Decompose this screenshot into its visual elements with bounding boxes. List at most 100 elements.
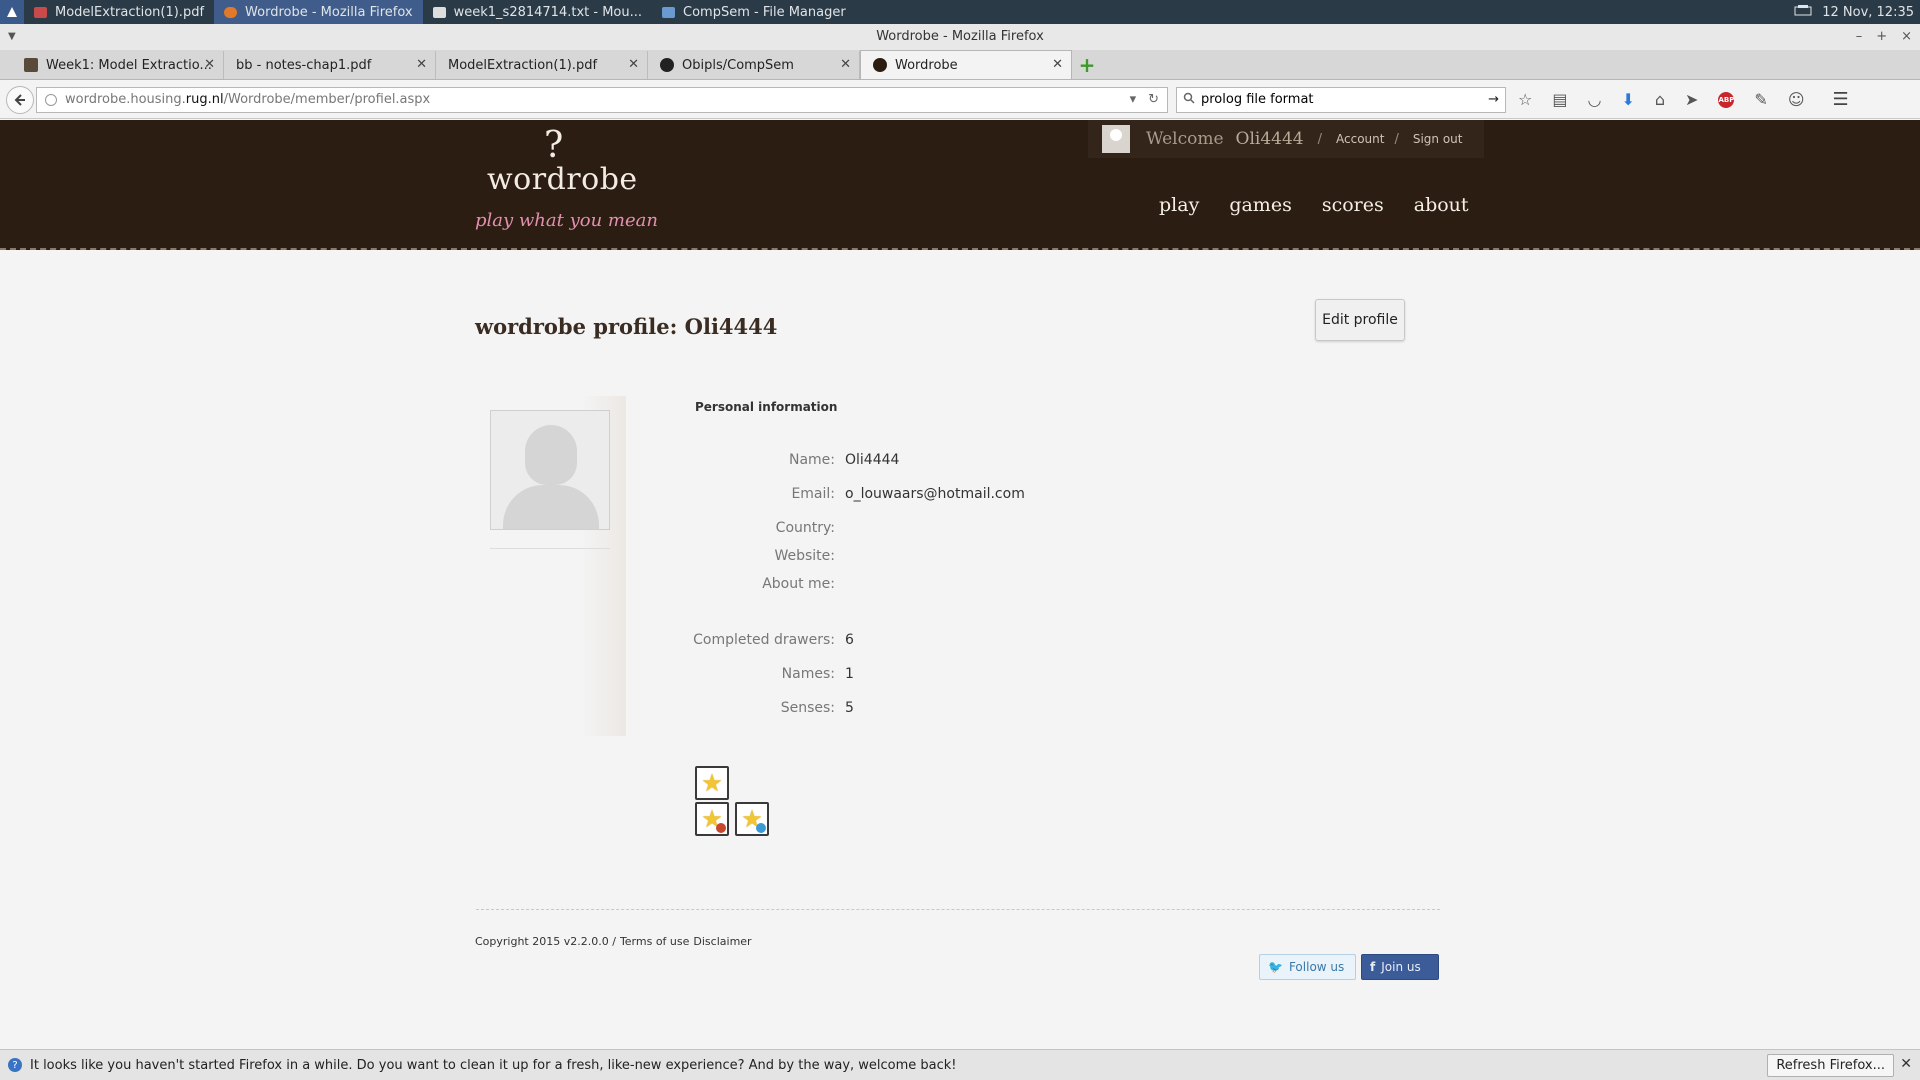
bookmark-star-icon[interactable]: ☆: [1518, 90, 1532, 109]
username-link[interactable]: Oli4444: [1236, 129, 1304, 149]
edit-profile-button[interactable]: Edit profile: [1315, 299, 1405, 341]
reload-icon[interactable]: ↻: [1148, 92, 1159, 107]
search-bar[interactable]: →: [1176, 86, 1506, 113]
info-value: 5: [845, 700, 854, 716]
follow-label: Follow us: [1288, 960, 1345, 974]
adblock-icon[interactable]: ABP: [1718, 91, 1735, 108]
network-icon[interactable]: [1794, 4, 1812, 20]
nav-games[interactable]: games: [1229, 194, 1292, 216]
window-titlebar: ▼ Wordrobe - Mozilla Firefox – + ×: [0, 24, 1920, 50]
nav-play[interactable]: play: [1159, 194, 1199, 216]
new-tab-button[interactable]: +: [1072, 51, 1102, 79]
send-icon[interactable]: ➤: [1685, 90, 1698, 109]
info-label: Completed drawers:: [693, 632, 835, 648]
join-label: Join us: [1381, 960, 1421, 974]
info-row-completed-drawers: Completed drawers: 6: [660, 632, 1160, 648]
disclaimer-link[interactable]: Disclaimer: [693, 935, 751, 948]
signout-link[interactable]: Sign out: [1413, 132, 1463, 146]
tab-week1[interactable]: Week1: Model Extractio... ✕: [12, 51, 224, 79]
tab-label: Obipls/CompSem: [682, 57, 794, 73]
history-dropdown-icon[interactable]: ▾: [1130, 92, 1137, 107]
footer-text: Copyright 2015 v2.2.0.0 / Terms of use Dis…: [475, 935, 756, 948]
section-title: Personal information: [695, 400, 838, 414]
info-row-country: Country:: [660, 520, 1160, 536]
close-tab-icon[interactable]: ✕: [416, 57, 427, 72]
close-window-icon[interactable]: ×: [1901, 24, 1912, 50]
firefox-icon: [224, 6, 238, 18]
taskbar-item-label: Wordrobe - Mozilla Firefox: [245, 4, 413, 20]
avatar-placeholder-body: [503, 485, 599, 529]
menu-icon[interactable]: ☰: [1833, 89, 1849, 110]
notification-message: It looks like you haven't started Firefo…: [30, 1057, 957, 1073]
tab-label: bb - notes-chap1.pdf: [236, 57, 372, 73]
nav-about[interactable]: about: [1414, 194, 1469, 216]
follow-us-button[interactable]: 🐦 Follow us: [1259, 954, 1356, 980]
maximize-icon[interactable]: +: [1876, 24, 1887, 50]
extension-icon[interactable]: ✎: [1754, 90, 1767, 109]
close-tab-icon[interactable]: ✕: [628, 57, 639, 72]
taskbar-item-label: week1_s2814714.txt - Mou...: [453, 4, 643, 20]
avatar[interactable]: [1102, 125, 1130, 153]
clock[interactable]: 12 Nov, 12:35: [1822, 5, 1914, 20]
refresh-firefox-button[interactable]: Refresh Firefox...: [1767, 1054, 1894, 1077]
nav-scores[interactable]: scores: [1322, 194, 1384, 216]
badge-star-pencil-icon[interactable]: ★: [695, 802, 729, 836]
info-icon: ?: [8, 1058, 22, 1072]
divider: [490, 548, 610, 549]
chat-icon[interactable]: ☺: [1788, 90, 1805, 109]
badge-star-icon[interactable]: ★: [695, 766, 729, 800]
close-tab-icon[interactable]: ✕: [840, 57, 851, 72]
close-tab-icon[interactable]: ✕: [1052, 57, 1063, 72]
twitter-icon: 🐦: [1268, 960, 1283, 974]
main-nav: play games scores about: [1159, 194, 1469, 216]
tab-label: Week1: Model Extractio...: [46, 57, 212, 73]
toolbar-icons: ☆ ▤ ◡ ⬇ ⌂ ➤ ABP ✎ ☺: [1518, 90, 1805, 109]
tab-notes-pdf[interactable]: bb - notes-chap1.pdf ✕: [224, 51, 436, 79]
url-domain: rug.nl: [185, 92, 224, 107]
folder-icon: [662, 6, 676, 18]
pocket-icon[interactable]: ◡: [1587, 90, 1601, 109]
page-viewport: ? wordrobe play what you mean Welcome Ol…: [0, 120, 1920, 1049]
minimize-icon[interactable]: –: [1856, 24, 1863, 50]
profile-picture: [490, 410, 610, 530]
taskbar-item-editor[interactable]: week1_s2814714.txt - Mou...: [423, 0, 652, 24]
app-menu-icon[interactable]: [0, 0, 24, 24]
taskbar-item-firefox[interactable]: Wordrobe - Mozilla Firefox: [214, 0, 423, 24]
logo-text: wordrobe: [487, 162, 638, 197]
info-value: Oli4444: [845, 452, 900, 468]
search-input[interactable]: [1201, 92, 1489, 107]
tab-github[interactable]: Obipls/CompSem ✕: [648, 51, 860, 79]
taskbar-item-pdf[interactable]: ModelExtraction(1).pdf: [24, 0, 214, 24]
tab-model-extraction[interactable]: ModelExtraction(1).pdf ✕: [436, 51, 648, 79]
close-notification-icon[interactable]: ✕: [1900, 1056, 1912, 1072]
info-row-email: Email: o_louwaars@hotmail.com: [660, 486, 1160, 502]
site-identity-icon[interactable]: [45, 93, 57, 106]
downloads-icon[interactable]: ⬇: [1621, 90, 1634, 109]
info-row-about: About me:: [660, 576, 1160, 592]
close-tab-icon[interactable]: ✕: [204, 57, 215, 72]
user-bar: Welcome Oli4444 / Account / Sign out: [1088, 120, 1485, 158]
tab-wordrobe[interactable]: Wordrobe ✕: [860, 50, 1072, 79]
plus-icon: [756, 823, 766, 833]
home-icon[interactable]: ⌂: [1655, 90, 1665, 109]
terms-link[interactable]: Terms of use: [620, 935, 689, 948]
tab-label: ModelExtraction(1).pdf: [448, 57, 598, 73]
window-menu-icon[interactable]: ▼: [8, 24, 16, 50]
url-bar[interactable]: wordrobe.housing. rug.nl/Wordrobe/member/…: [36, 86, 1168, 113]
info-label: Name:: [788, 452, 835, 468]
url-path: /Wordrobe/member/profiel.aspx: [223, 92, 431, 107]
badge-star-bonus-icon[interactable]: ★: [735, 802, 769, 836]
os-taskbar: ModelExtraction(1).pdf Wordrobe - Mozill…: [0, 0, 1920, 24]
separator: /: [1394, 131, 1399, 147]
back-button[interactable]: [6, 85, 34, 114]
info-label: Names:: [781, 666, 835, 682]
taskbar-item-file-manager[interactable]: CompSem - File Manager: [652, 0, 856, 24]
account-link[interactable]: Account: [1336, 132, 1384, 146]
window-title: Wordrobe - Mozilla Firefox: [876, 29, 1044, 44]
tagline: play what you mean: [475, 210, 658, 231]
reading-list-icon[interactable]: ▤: [1552, 90, 1567, 109]
join-us-button[interactable]: f Join us: [1361, 954, 1439, 980]
separator: /: [1317, 131, 1322, 147]
search-go-icon[interactable]: →: [1488, 92, 1499, 107]
taskbar-item-label: ModelExtraction(1).pdf: [55, 4, 205, 20]
